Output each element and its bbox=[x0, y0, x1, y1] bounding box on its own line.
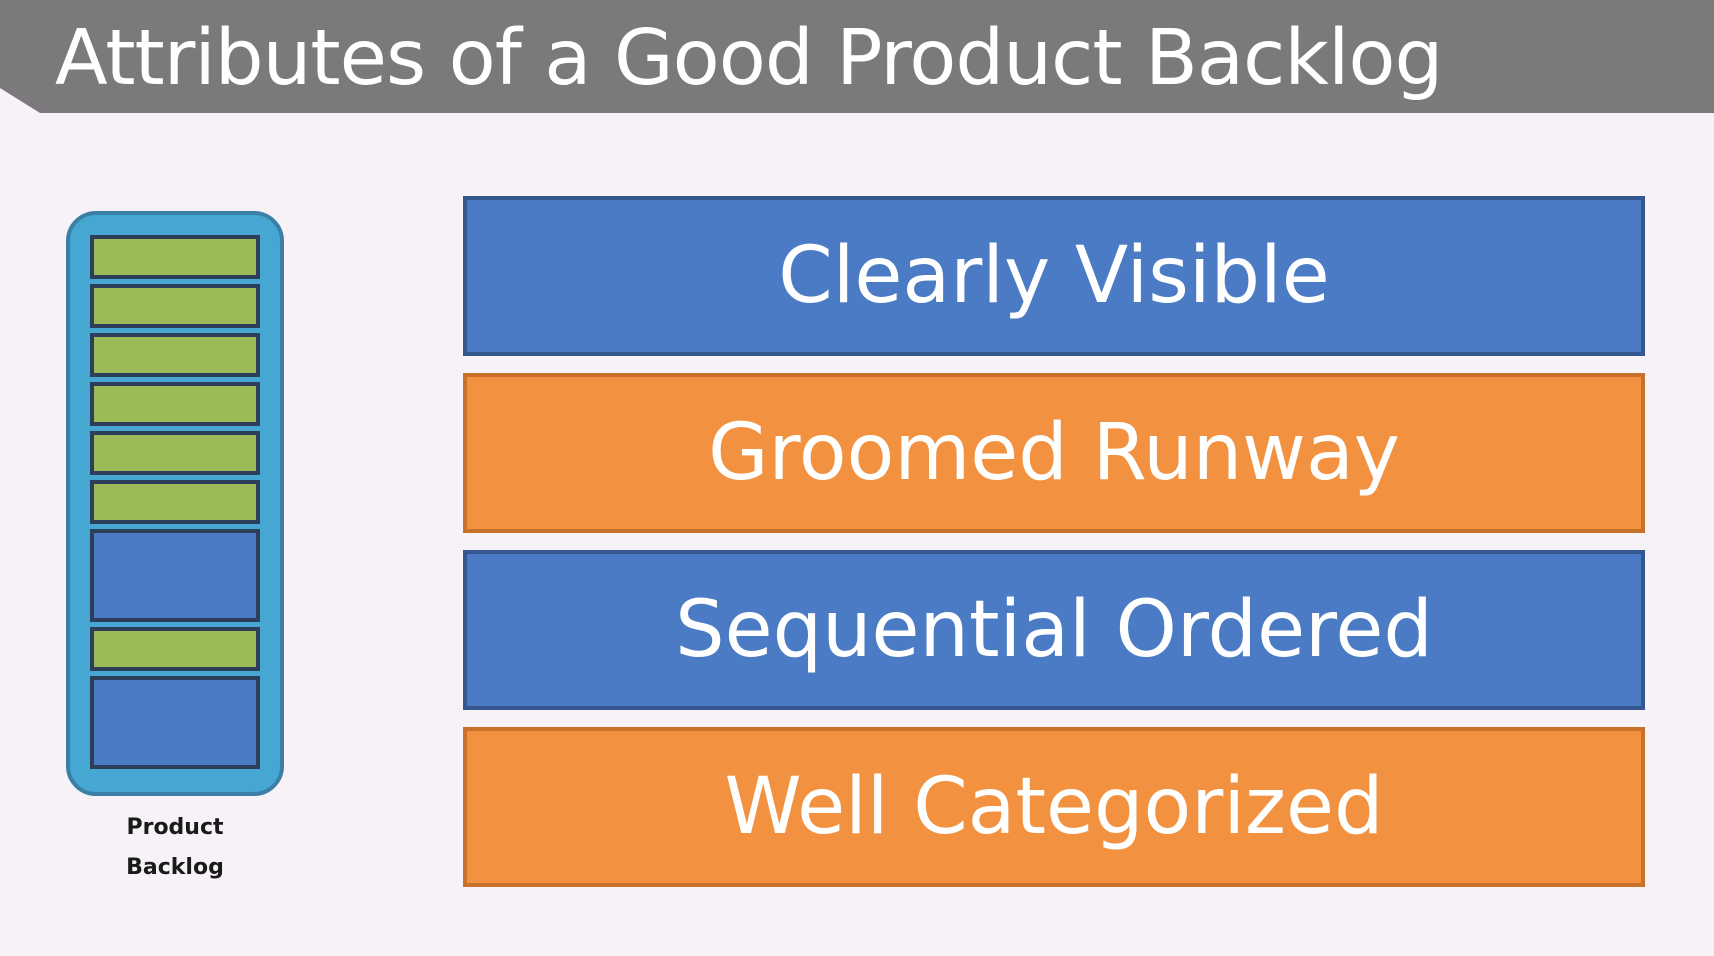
attribute-clearly-visible: Clearly Visible bbox=[463, 196, 1645, 356]
backlog-item-green bbox=[90, 333, 260, 377]
slide-title: Attributes of a Good Product Backlog bbox=[55, 14, 1443, 103]
backlog-item-green bbox=[90, 431, 260, 475]
backlog-item-green bbox=[90, 627, 260, 671]
backlog-label-line1: Product bbox=[126, 815, 224, 840]
attribute-groomed-runway: Groomed Runway bbox=[463, 373, 1645, 533]
attribute-sequential-ordered: Sequential Ordered bbox=[463, 550, 1645, 710]
backlog-item-green bbox=[90, 382, 260, 426]
backlog-item-blue bbox=[90, 529, 260, 622]
backlog-item-blue bbox=[90, 676, 260, 769]
backlog-item-green bbox=[90, 480, 260, 524]
backlog-item-stack bbox=[90, 235, 260, 774]
backlog-item-green bbox=[90, 284, 260, 328]
product-backlog-container bbox=[66, 211, 284, 796]
attribute-well-categorized: Well Categorized bbox=[463, 727, 1645, 887]
attribute-list: Clearly Visible Groomed Runway Sequentia… bbox=[463, 196, 1645, 904]
backlog-label-line2: Backlog bbox=[126, 855, 224, 880]
backlog-item-green bbox=[90, 235, 260, 279]
product-backlog-label: Product Backlog bbox=[66, 808, 284, 888]
